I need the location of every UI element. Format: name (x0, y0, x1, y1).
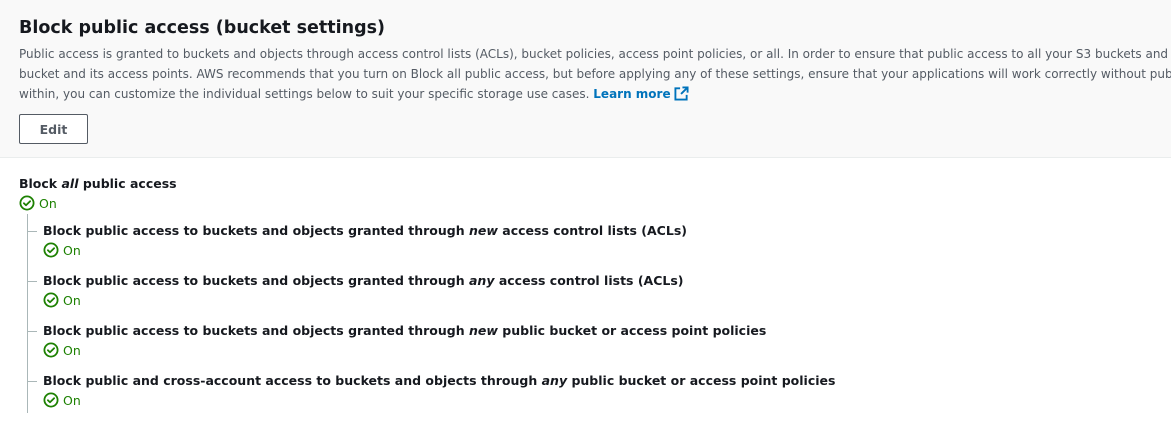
settings-list: Block all public access On Block public … (19, 175, 1159, 422)
description-line-last: within, you can customize the individual… (19, 84, 1171, 104)
external-link-icon (674, 86, 689, 101)
status-text: On (39, 195, 57, 211)
sub-setting: Block public access to buckets and objec… (19, 222, 1159, 272)
description: Public access is granted to buckets and … (19, 44, 1171, 104)
status-text: On (63, 392, 81, 408)
learn-more-label: Learn more (593, 87, 671, 101)
label-emphasis: any (541, 373, 568, 388)
sub-setting: Block public and cross-account access to… (19, 372, 1159, 422)
learn-more-link[interactable]: Learn more (593, 86, 689, 101)
status-indicator: On (43, 290, 1159, 310)
header-panel: Block public access (bucket settings) Pu… (0, 0, 1171, 158)
check-circle-icon (43, 342, 59, 358)
master-setting: Block all public access On (19, 175, 1159, 213)
status-text: On (63, 242, 81, 258)
setting-label: Block public and cross-account access to… (43, 372, 1159, 390)
label-emphasis: all (61, 176, 79, 191)
label-text: access control lists (ACLs) (497, 223, 687, 238)
label-text: access control lists (ACLs) (494, 273, 684, 288)
edit-button[interactable]: Edit (19, 114, 88, 144)
check-circle-icon (19, 195, 35, 211)
description-line-text: within, you can customize the individual… (19, 87, 590, 101)
status-text: On (63, 292, 81, 308)
label-text: Block public and cross-account access to… (43, 373, 542, 388)
label-text: public access (78, 176, 177, 191)
status-indicator: On (43, 340, 1159, 360)
label-text: Block public access to buckets and objec… (43, 223, 469, 238)
page-title: Block public access (bucket settings) (19, 18, 386, 38)
status-text: On (63, 342, 81, 358)
label-emphasis: any (469, 273, 495, 288)
status-indicator: On (19, 193, 1159, 213)
label-emphasis: new (469, 323, 498, 338)
label-text: public bucket or access point policies (497, 323, 767, 338)
sub-settings: Block public access to buckets and objec… (19, 214, 1159, 422)
status-indicator: On (43, 240, 1159, 260)
setting-label: Block public access to buckets and objec… (43, 222, 1159, 240)
tree-branch (27, 281, 37, 282)
label-text: Block public access to buckets and objec… (43, 273, 469, 288)
description-line: bucket and its access points. AWS recomm… (19, 67, 1171, 81)
check-circle-icon (43, 392, 59, 408)
setting-label: Block public access to buckets and objec… (43, 322, 1159, 340)
setting-label: Block all public access (19, 175, 1159, 193)
label-emphasis: new (469, 223, 498, 238)
tree-branch (27, 231, 37, 232)
tree-branch (27, 331, 37, 332)
setting-label: Block public access to buckets and objec… (43, 272, 1159, 290)
sub-setting: Block public access to buckets and objec… (19, 322, 1159, 372)
check-circle-icon (43, 292, 59, 308)
tree-branch (27, 381, 37, 382)
status-indicator: On (43, 390, 1159, 410)
check-circle-icon (43, 242, 59, 258)
label-text: public bucket or access point policies (567, 373, 836, 388)
sub-setting: Block public access to buckets and objec… (19, 272, 1159, 322)
label-text: Block public access to buckets and objec… (43, 323, 469, 338)
label-text: Block (19, 176, 62, 191)
description-line: Public access is granted to buckets and … (19, 47, 1171, 61)
